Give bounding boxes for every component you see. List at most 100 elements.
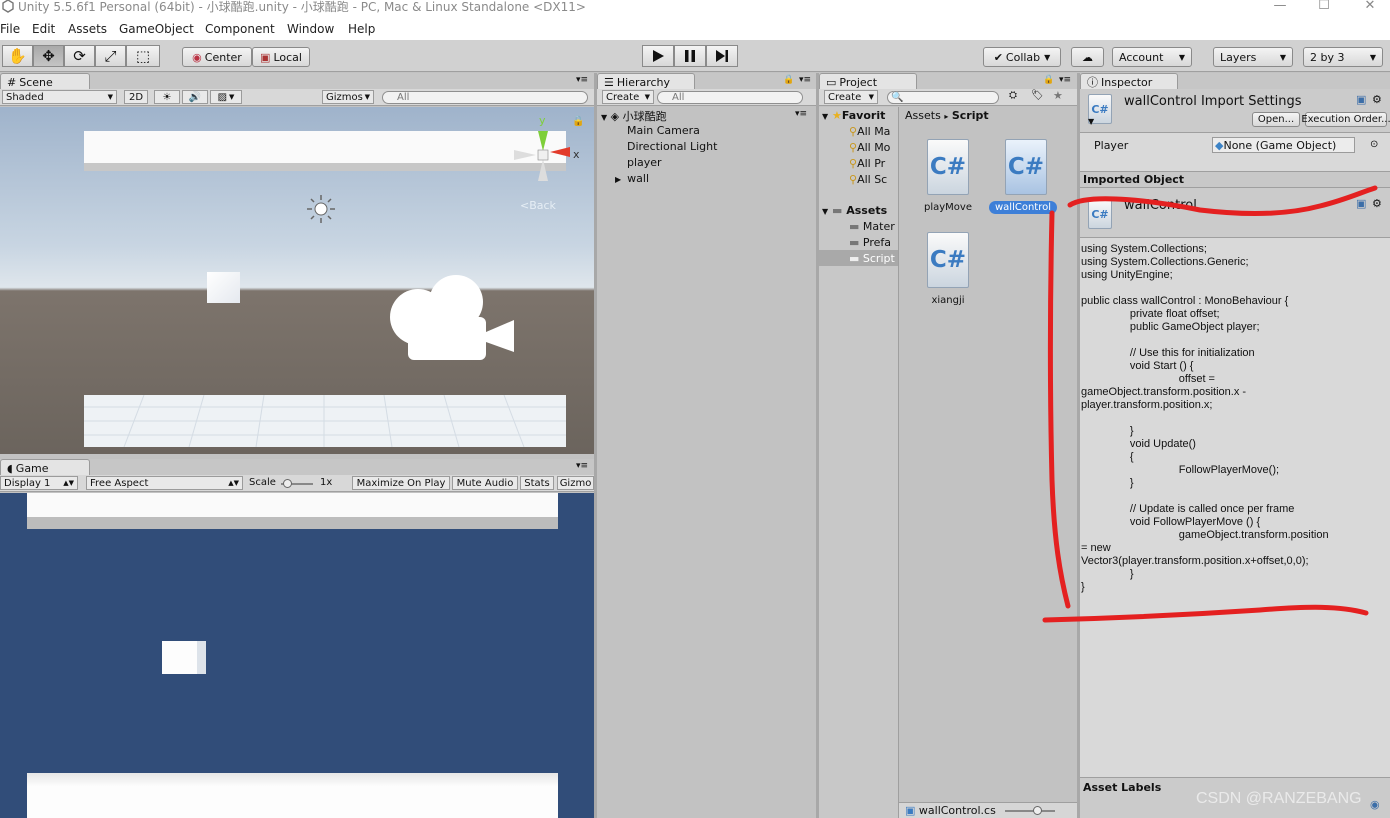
assets-section[interactable]: ▼ ▬ Assets [822,204,887,217]
effects-dropdown[interactable]: ▨ ▼ [210,90,242,104]
play-button[interactable] [642,45,674,67]
display-dropdown[interactable]: Display 1 ▲▼ [0,476,78,490]
project-create-dropdown[interactable]: Create ▼ [824,90,878,104]
project-search-input[interactable]: 🔍 [887,91,999,104]
lock-icon[interactable]: 🔒 [1043,75,1054,85]
settings-gear-icon[interactable]: ⚙ [1372,197,1382,210]
folder-item[interactable]: ▬ Prefa [849,236,891,249]
hierarchy-create-dropdown[interactable]: Create ▼ [602,90,654,104]
filter-by-label-icon[interactable]: 🏷 [1031,90,1044,101]
favorite-item[interactable]: ⚲All Mo [849,141,890,154]
open-button[interactable]: Open... [1252,112,1300,127]
file-playmove-icon[interactable]: C# [927,139,969,195]
account-dropdown[interactable]: Account ▼ [1112,47,1192,67]
filter-by-type-icon[interactable]: ⛭ [1009,90,1017,101]
menu-assets[interactable]: Assets [68,22,107,36]
menu-help[interactable]: Help [348,22,375,36]
panel-menu-icon[interactable]: ▾≡ [576,75,588,85]
scene-bottom-wall[interactable] [84,395,566,447]
hierarchy-item-player[interactable]: player [627,156,662,169]
settings-gear-icon[interactable]: ⚙ [1372,93,1382,106]
file-label[interactable]: xiangji [916,295,980,306]
pause-button[interactable] [674,45,706,67]
file-label[interactable]: playMove [916,202,980,213]
folder-item[interactable]: ▬ Mater [849,220,895,233]
hierarchy-search-input[interactable]: All [657,91,803,104]
menu-window[interactable]: Window [287,22,334,36]
tab-scene[interactable]: # Scene [0,73,90,90]
panel-menu-icon[interactable]: ▾≡ [799,75,811,85]
panel-menu-icon[interactable]: ▾≡ [576,461,588,471]
menu-component[interactable]: Component [205,22,275,36]
player-object-field[interactable]: ◆ None (Game Object) [1212,137,1355,153]
scene-search-input[interactable]: All [382,91,588,104]
scene-orientation-gizmo[interactable]: y x [510,114,585,195]
camera-icon[interactable] [388,272,516,362]
cloud-button[interactable]: ☁ [1071,47,1104,67]
tab-hierarchy[interactable]: ☰ Hierarchy [597,73,695,90]
tab-inspector[interactable]: ⓘ Inspector [1080,73,1178,90]
panel-menu-icon[interactable]: ▾≡ [1059,75,1071,85]
scene-top-wall[interactable] [84,131,566,171]
file-label-selected[interactable]: wallControl [989,201,1057,214]
favorite-item[interactable]: ⚲All Pr [849,157,885,170]
pivot-local-button[interactable]: ▣ Local [252,47,310,67]
scene-player-cube[interactable] [207,272,240,303]
favorite-star-icon[interactable]: ★ [1053,89,1063,102]
file-xiangji-icon[interactable]: C# [927,232,969,288]
scale-slider-thumb[interactable] [283,479,292,488]
rotate-tool-button[interactable]: ⟳ [64,45,95,67]
hierarchy-item-wall[interactable]: ▶ wall [615,172,649,185]
hierarchy-item-main-camera[interactable]: Main Camera [627,124,700,137]
close-button[interactable]: ✕ [1355,0,1385,13]
lock-icon[interactable]: 🔒 [572,116,584,127]
layers-dropdown[interactable]: Layers ▼ [1213,47,1293,67]
favorite-item[interactable]: ⚲All Ma [849,125,890,138]
mode-2d-toggle[interactable]: 2D [124,90,148,104]
file-wallcontrol-icon[interactable]: C# [1005,139,1047,195]
scale-slider[interactable] [281,479,313,488]
scene-root-item[interactable]: ▼ ◈ 小球酷跑 [601,108,667,124]
minimize-button[interactable]: — [1265,0,1295,13]
rect-tool-button[interactable]: ⬚ [126,45,160,67]
lighting-toggle[interactable]: ☀ [154,90,180,104]
hand-tool-button[interactable]: ✋ [2,45,33,67]
execution-order-button[interactable]: Execution Order... [1301,112,1390,127]
scale-tool-button[interactable]: ⤢ [95,45,126,67]
foldout-arrow-icon[interactable]: ▼ [1088,117,1094,126]
breadcrumb-root[interactable]: Assets [905,109,941,122]
aspect-dropdown[interactable]: Free Aspect ▲▼ [86,476,243,490]
lock-icon[interactable]: 🔒 [783,75,794,85]
icon-size-slider-thumb[interactable] [1033,806,1042,815]
layout-dropdown[interactable]: 2 by 3 ▼ [1303,47,1383,67]
favorite-item[interactable]: ⚲All Sc [849,173,887,186]
icon-size-slider[interactable] [1005,810,1055,812]
step-button[interactable] [706,45,738,67]
scene-viewport[interactable]: y x <Back 🔒 [0,107,594,454]
scene-menu-icon[interactable]: ▾≡ [795,109,807,119]
favorites-section[interactable]: ▼ ★Favorit [822,109,885,122]
help-book-icon[interactable]: ▣ [1356,197,1366,210]
tab-project[interactable]: ▭ Project [819,73,917,90]
maximize-button[interactable]: ☐ [1309,0,1339,13]
scene-gizmos-dropdown[interactable]: Gizmos ▼ [322,90,374,104]
menu-gameobject[interactable]: GameObject [119,22,194,36]
help-book-icon[interactable]: ▣ [1356,93,1366,106]
stats-toggle[interactable]: Stats [520,476,554,490]
collab-dropdown[interactable]: ✔ Collab ▼ [983,47,1061,67]
game-viewport[interactable] [0,493,594,818]
tab-game[interactable]: ◖ Game [0,459,90,476]
breadcrumb-current[interactable]: Script [952,109,989,122]
labels-tag-icon[interactable]: ◉ [1370,798,1380,811]
mute-audio-toggle[interactable]: Mute Audio [452,476,518,490]
shading-mode-dropdown[interactable]: Shaded ▼ [2,90,117,104]
pivot-center-button[interactable]: ◉ Center [182,47,252,67]
menu-edit[interactable]: Edit [32,22,55,36]
directional-light-icon[interactable] [305,193,337,225]
object-picker-icon[interactable]: ⊙ [1370,139,1378,150]
audio-toggle[interactable]: 🔊 [182,90,208,104]
game-gizmos-toggle[interactable]: Gizmo [557,476,594,490]
folder-item-selected[interactable]: ▬ Script [849,252,895,265]
maximize-on-play-toggle[interactable]: Maximize On Play [352,476,450,490]
menu-file[interactable]: File [0,22,20,36]
